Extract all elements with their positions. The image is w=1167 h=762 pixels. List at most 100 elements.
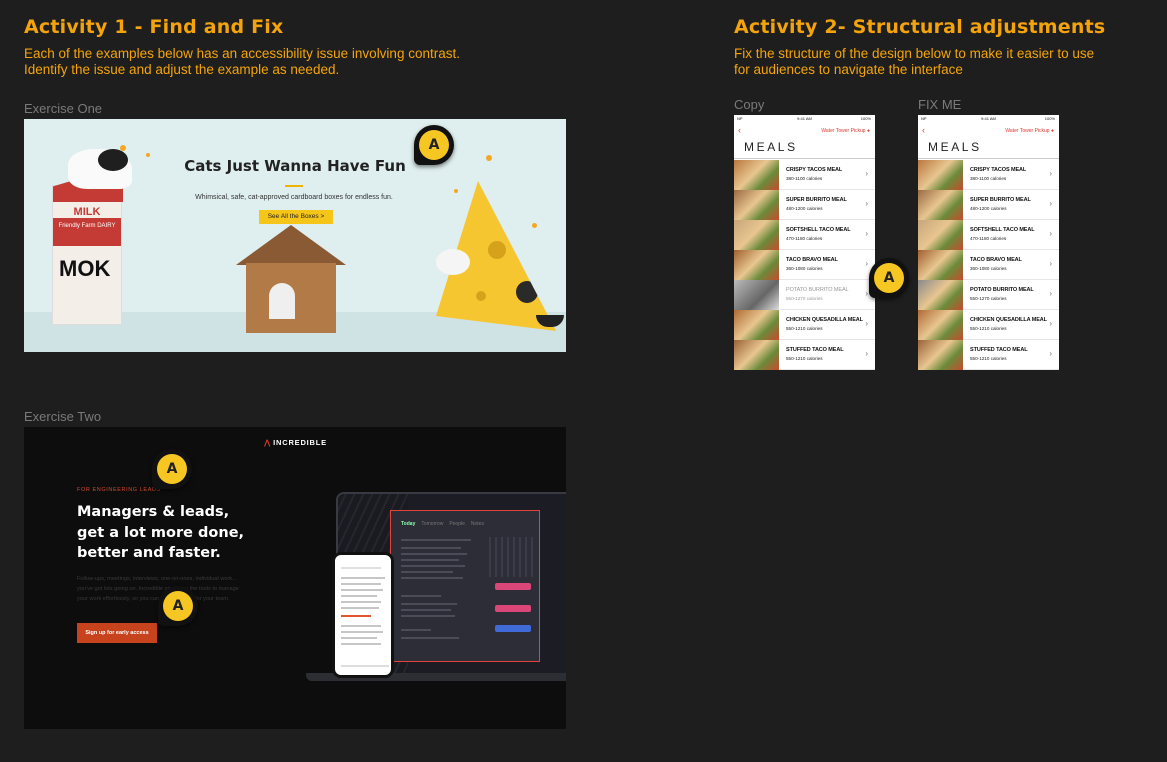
meal-thumbnail bbox=[918, 340, 963, 370]
meal-calories: 550-1210 calories bbox=[786, 326, 823, 331]
chevron-right-icon: › bbox=[865, 199, 868, 208]
activity2-subtitle: Fix the structure of the design below to… bbox=[734, 46, 1095, 77]
meal-thumbnail bbox=[918, 280, 963, 310]
meal-name: POTATO BURRITO MEAL bbox=[786, 287, 849, 293]
meal-thumbnail bbox=[918, 220, 963, 250]
meal-calories: 360-1080 calories bbox=[970, 266, 1007, 271]
meal-row[interactable]: CHICKEN QUESADILLA MEAL 550-1210 calories… bbox=[918, 310, 1059, 340]
location-pin-icon: ● bbox=[1050, 128, 1054, 134]
chevron-right-icon: › bbox=[865, 289, 868, 298]
location-pin-icon: ● bbox=[866, 128, 870, 134]
meal-calories: 470-1180 calories bbox=[970, 236, 1007, 241]
decor-dot bbox=[532, 223, 537, 228]
phone-mockup bbox=[332, 552, 394, 678]
milk-carton-image: MILK Friendly Farm DAIRY MOK bbox=[52, 176, 123, 325]
meal-name: TACO BRAVO MEAL bbox=[786, 257, 838, 263]
accessibility-badge[interactable]: A bbox=[869, 258, 909, 298]
meal-thumbnail bbox=[734, 340, 779, 370]
chevron-right-icon: › bbox=[865, 259, 868, 268]
exercise-one-label: Exercise One bbox=[24, 101, 103, 116]
cat-house-image bbox=[236, 225, 346, 333]
activity1-subtitle: Each of the examples below has an access… bbox=[24, 46, 460, 77]
app-tabs: Today Tomorrow People Notes bbox=[401, 521, 484, 527]
copy-label: Copy bbox=[734, 97, 765, 112]
status-bar: NP 9:41 AM 100% bbox=[737, 116, 871, 121]
meal-calories: 480-1200 calories bbox=[786, 206, 823, 211]
meal-row[interactable]: POTATO BURRITO MEAL 550-1270 calories › bbox=[918, 280, 1059, 310]
meal-thumbnail bbox=[734, 220, 779, 250]
meal-row[interactable]: SUPER BURRITO MEAL 480-1200 calories › bbox=[918, 190, 1059, 220]
hero-title: Cats Just Wanna Have Fun bbox=[184, 157, 406, 175]
see-all-boxes-button[interactable]: See All the Boxes > bbox=[259, 210, 333, 224]
accessibility-badge[interactable]: A bbox=[152, 449, 192, 489]
activity1-title: Activity 1 - Find and Fix bbox=[24, 16, 284, 38]
fix-phone-screen: NP 9:41 AM 100% ‹ Water Tower Pickup ● MEA… bbox=[918, 115, 1059, 370]
chevron-right-icon: › bbox=[1049, 259, 1052, 268]
meal-name: CRISPY TACOS MEAL bbox=[970, 167, 1027, 173]
hero-tagline: Whimsical, safe, cat-approved cardboard … bbox=[195, 194, 393, 201]
meal-name: CHICKEN QUESADILLA MEAL bbox=[970, 317, 1047, 323]
hero-headline: Managers & leads, get a lot more done, b… bbox=[77, 504, 245, 561]
meal-name: CRISPY TACOS MEAL bbox=[786, 167, 843, 173]
back-icon[interactable]: ‹ bbox=[922, 125, 925, 135]
brand-mark-icon: ⋀ bbox=[264, 438, 272, 447]
chevron-right-icon: › bbox=[1049, 229, 1052, 238]
chevron-right-icon: › bbox=[1049, 289, 1052, 298]
chevron-right-icon: › bbox=[1049, 199, 1052, 208]
meal-thumbnail bbox=[734, 310, 779, 340]
status-bar: NP 9:41 AM 100% bbox=[921, 116, 1055, 121]
eyebrow-text: FOR ENGINEERING LEADS bbox=[77, 487, 161, 493]
meal-thumbnail bbox=[734, 160, 779, 190]
meal-name: STUFFED TACO MEAL bbox=[970, 347, 1028, 353]
chevron-right-icon: › bbox=[865, 229, 868, 238]
decor-dot bbox=[486, 155, 492, 161]
meal-calories: 550-1270 calories bbox=[786, 296, 823, 301]
decor-dot bbox=[454, 189, 458, 193]
meal-row[interactable]: SOFTSHELL TACO MEAL 470-1180 calories › bbox=[918, 220, 1059, 250]
exercise-two-label: Exercise Two bbox=[24, 409, 102, 424]
meal-name: SUPER BURRITO MEAL bbox=[786, 197, 847, 203]
pickup-location-link[interactable]: Water Tower Pickup ● bbox=[1005, 128, 1054, 134]
meal-name: SUPER BURRITO MEAL bbox=[970, 197, 1031, 203]
meal-row[interactable]: SOFTSHELL TACO MEAL 470-1180 calories › bbox=[734, 220, 875, 250]
meal-calories: 480-1200 calories bbox=[970, 206, 1007, 211]
meal-calories: 380-1100 calories bbox=[970, 176, 1007, 181]
meal-row[interactable]: TACO BRAVO MEAL 360-1080 calories › bbox=[734, 250, 875, 280]
meal-name: SOFTSHELL TACO MEAL bbox=[970, 227, 1035, 233]
meal-row[interactable]: STUFFED TACO MEAL 550-1210 calories › bbox=[734, 340, 875, 370]
chevron-right-icon: › bbox=[865, 169, 868, 178]
decor-dot bbox=[146, 153, 150, 157]
meal-thumbnail bbox=[918, 310, 963, 340]
meal-row[interactable]: CRISPY TACOS MEAL 380-1100 calories › bbox=[734, 160, 875, 190]
meal-name: POTATO BURRITO MEAL bbox=[970, 287, 1034, 293]
chevron-right-icon: › bbox=[865, 319, 868, 328]
meal-calories: 550-1210 calories bbox=[970, 326, 1007, 331]
meal-name: STUFFED TACO MEAL bbox=[786, 347, 844, 353]
meal-thumbnail bbox=[734, 250, 779, 280]
pickup-location-link[interactable]: Water Tower Pickup ● bbox=[821, 128, 870, 134]
meal-thumbnail bbox=[918, 250, 963, 280]
chevron-right-icon: › bbox=[1049, 169, 1052, 178]
meal-calories: 470-1180 calories bbox=[786, 236, 823, 241]
app-screen: Today Tomorrow People Notes bbox=[390, 510, 540, 662]
meal-thumbnail bbox=[734, 280, 779, 310]
back-icon[interactable]: ‹ bbox=[738, 125, 741, 135]
activity2-title: Activity 2- Structural adjustments bbox=[734, 16, 1106, 38]
brand-logo[interactable]: ⋀ INCREDIBLE bbox=[264, 438, 327, 447]
meal-row[interactable]: SUPER BURRITO MEAL 480-1200 calories › bbox=[734, 190, 875, 220]
meal-calories: 550-1270 calories bbox=[970, 296, 1007, 301]
meal-calories: 360-1080 calories bbox=[786, 266, 823, 271]
accessibility-badge[interactable]: A bbox=[414, 125, 454, 165]
meal-calories: 550-1210 calories bbox=[970, 356, 1007, 361]
cat-peeking-image bbox=[436, 249, 470, 275]
accessibility-badge[interactable]: A bbox=[158, 586, 198, 626]
meal-row[interactable]: CHICKEN QUESADILLA MEAL 550-1210 calories… bbox=[734, 310, 875, 340]
meal-name: TACO BRAVO MEAL bbox=[970, 257, 1022, 263]
meal-row[interactable]: POTATO BURRITO MEAL 550-1270 calories › bbox=[734, 280, 875, 310]
meal-thumbnail bbox=[918, 160, 963, 190]
title-underline bbox=[285, 185, 303, 187]
meal-row[interactable]: TACO BRAVO MEAL 360-1080 calories › bbox=[918, 250, 1059, 280]
meal-row[interactable]: STUFFED TACO MEAL 550-1210 calories › bbox=[918, 340, 1059, 370]
signup-button[interactable]: Sign up for early access bbox=[77, 623, 157, 643]
meal-row[interactable]: CRISPY TACOS MEAL 380-1100 calories › bbox=[918, 160, 1059, 190]
